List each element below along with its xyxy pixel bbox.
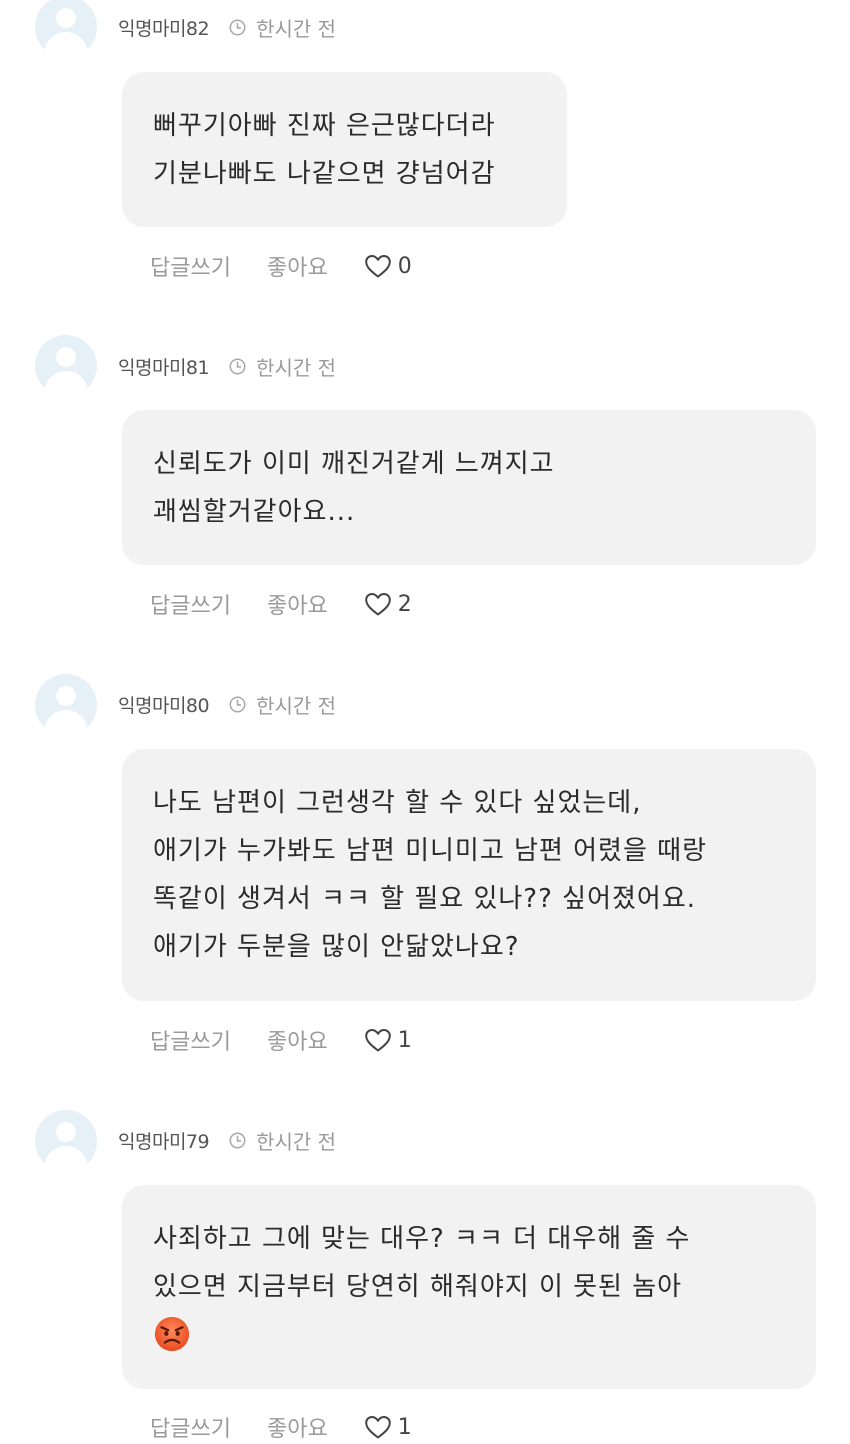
reply-button[interactable]: 답글쓰기 bbox=[150, 1411, 231, 1443]
username[interactable]: 익명마미82 bbox=[118, 14, 210, 41]
heart-outline-icon bbox=[364, 255, 391, 278]
comment-bubble: 사죄하고 그에 맞는 대우? ㅋㅋ 더 대우해 줄 수 있으면 지금부터 당연히… bbox=[122, 1185, 816, 1389]
avatar-head bbox=[56, 347, 76, 367]
comment-text-line: 나도 남편이 그런생각 할 수 있다 싶었는데, bbox=[153, 788, 642, 818]
angry-face-icon bbox=[154, 1316, 190, 1352]
comment-text-line: 애기가 두분을 많이 안닮았나요? bbox=[153, 932, 520, 962]
heart-like-button[interactable]: 0 bbox=[364, 253, 412, 279]
clock-icon bbox=[229, 696, 246, 712]
like-button[interactable]: 좋아요 bbox=[267, 250, 328, 282]
comment-time: 한시간 전 bbox=[256, 355, 337, 380]
clock-icon bbox=[229, 1132, 246, 1148]
avatar-body bbox=[44, 710, 88, 736]
comment-bubble: 나도 남편이 그런생각 할 수 있다 싶었는데, 애기가 누가봐도 남편 미니미… bbox=[122, 749, 816, 1001]
like-count: 1 bbox=[397, 1414, 412, 1440]
avatar[interactable] bbox=[35, 1110, 97, 1172]
comment-actions: 답글쓰기 좋아요 1 bbox=[150, 1024, 412, 1056]
comment-bubble: 뻐꾸기아빠 진짜 은근많다더라 기분나빠도 나같으면 걍넘어감 bbox=[122, 72, 567, 227]
comment-time: 한시간 전 bbox=[256, 16, 337, 41]
reply-button[interactable]: 답글쓰기 bbox=[150, 1024, 231, 1056]
comment-text-line: 뻐꾸기아빠 진짜 은근많다더라 bbox=[153, 111, 496, 141]
comment-time: 한시간 전 bbox=[256, 1129, 337, 1154]
like-count: 1 bbox=[397, 1027, 412, 1053]
comment-actions: 답글쓰기 좋아요 0 bbox=[150, 250, 412, 282]
heart-like-button[interactable]: 1 bbox=[364, 1414, 412, 1440]
like-count: 2 bbox=[397, 591, 412, 617]
clock-icon bbox=[229, 19, 246, 35]
avatar-body bbox=[44, 371, 88, 397]
comment-meta: 익명마미81 한시간 전 bbox=[118, 351, 336, 381]
clock-icon bbox=[229, 358, 246, 374]
reply-button[interactable]: 답글쓰기 bbox=[150, 250, 231, 282]
avatar-body bbox=[44, 32, 88, 58]
heart-outline-icon bbox=[364, 1416, 391, 1439]
heart-outline-icon bbox=[364, 1029, 391, 1052]
comment-time: 한시간 전 bbox=[256, 693, 337, 718]
comment-meta: 익명마미82 한시간 전 bbox=[118, 12, 336, 42]
comment-actions: 답글쓰기 좋아요 2 bbox=[150, 588, 412, 620]
comment-actions: 답글쓰기 좋아요 1 bbox=[150, 1411, 412, 1443]
avatar-head bbox=[56, 1122, 76, 1142]
comment-text-line: 똑같이 생겨서 ㅋㅋ 할 필요 있나?? 싶어졌어요. bbox=[153, 884, 697, 914]
avatar-head bbox=[56, 686, 76, 706]
like-count: 0 bbox=[397, 253, 412, 279]
avatar-body bbox=[44, 1146, 88, 1172]
comment-meta: 익명마미79 한시간 전 bbox=[118, 1125, 336, 1155]
comment-text-line: 기분나빠도 나같으면 걍넘어감 bbox=[153, 159, 496, 189]
avatar[interactable] bbox=[35, 0, 97, 58]
username[interactable]: 익명마미80 bbox=[118, 691, 210, 718]
comment-text-line: 애기가 누가봐도 남편 미니미고 남편 어렸을 때랑 bbox=[153, 836, 707, 866]
like-button[interactable]: 좋아요 bbox=[267, 588, 328, 620]
like-button[interactable]: 좋아요 bbox=[267, 1024, 328, 1056]
comment-text-line: 괘씸할거같아요... bbox=[153, 497, 356, 527]
reply-button[interactable]: 답글쓰기 bbox=[150, 588, 231, 620]
username[interactable]: 익명마미81 bbox=[118, 353, 210, 380]
comment-text-line: 신뢰도가 이미 깨진거같게 느껴지고 bbox=[153, 449, 555, 479]
heart-like-button[interactable]: 1 bbox=[364, 1027, 412, 1053]
comment-bubble: 신뢰도가 이미 깨진거같게 느껴지고 괘씸할거같아요... bbox=[122, 410, 816, 565]
heart-like-button[interactable]: 2 bbox=[364, 591, 412, 617]
avatar[interactable] bbox=[35, 674, 97, 736]
avatar[interactable] bbox=[35, 335, 97, 397]
comment-meta: 익명마미80 한시간 전 bbox=[118, 689, 336, 719]
like-button[interactable]: 좋아요 bbox=[267, 1411, 328, 1443]
comment-text-line: 있으면 지금부터 당연히 해줘야지 이 못된 놈아 bbox=[153, 1272, 683, 1302]
username[interactable]: 익명마미79 bbox=[118, 1127, 210, 1154]
comment-text-line: 사죄하고 그에 맞는 대우? ㅋㅋ 더 대우해 줄 수 bbox=[153, 1224, 691, 1254]
avatar-head bbox=[56, 8, 76, 28]
heart-outline-icon bbox=[364, 593, 391, 616]
